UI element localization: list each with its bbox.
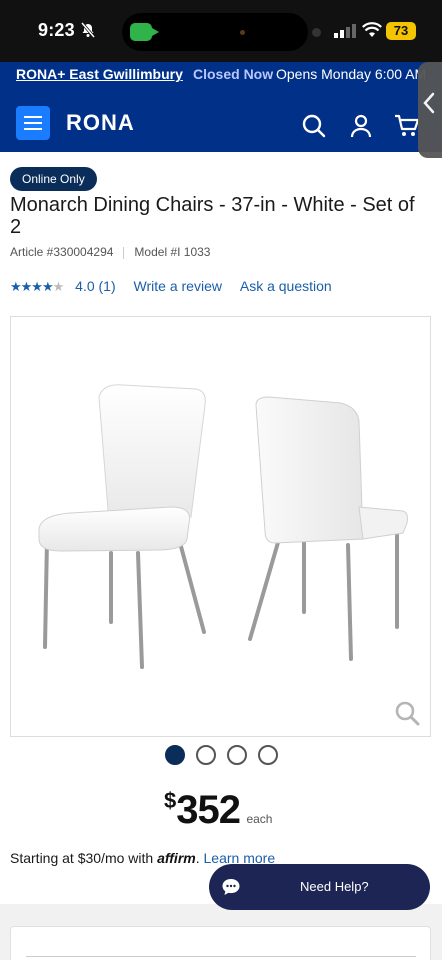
store-status: Closed Now	[193, 66, 274, 82]
product-price: $352 each	[164, 788, 272, 833]
price-unit: each	[246, 812, 273, 826]
article-number: Article #330004294	[10, 245, 114, 259]
site-header: RONA	[0, 88, 442, 152]
online-only-badge: Online Only	[10, 167, 97, 191]
product-title: Monarch Dining Chairs - 37-in - White - …	[10, 194, 415, 238]
financing-period: .	[195, 850, 200, 866]
store-bar: RONA+ East Gwillimbury Closed Now Opens …	[0, 62, 442, 88]
content-card	[10, 926, 431, 960]
wifi-icon	[362, 22, 382, 37]
camera-indicator	[240, 30, 245, 35]
need-help-label: Need Help?	[300, 879, 369, 894]
product-meta: Article #330004294 Model #I 1033	[10, 245, 210, 259]
model-number: Model #I 1033	[134, 245, 211, 259]
meta-divider	[123, 246, 125, 259]
affirm-logo: affirm	[157, 850, 196, 866]
carousel-dot-1[interactable]	[165, 745, 185, 765]
facetime-icon	[130, 23, 159, 41]
price-currency: $	[164, 788, 177, 813]
rating-row: ★★★★★ 4.0 (1) Write a review Ask a quest…	[10, 278, 332, 295]
rating-count-link[interactable]: 4.0 (1)	[75, 278, 115, 294]
chairs-illustration	[38, 384, 408, 669]
cart-icon[interactable]	[394, 114, 420, 138]
menu-button[interactable]	[16, 106, 50, 140]
star-rating[interactable]: ★★★★★	[10, 279, 64, 294]
status-time: 9:23	[38, 20, 75, 40]
need-help-button[interactable]: Need Help?	[209, 864, 430, 910]
dynamic-island	[122, 13, 308, 51]
status-bar: 9:23 73	[0, 0, 442, 62]
silent-bell-icon	[80, 22, 96, 38]
financing-text: Starting at $30/mo with	[10, 850, 154, 866]
account-icon[interactable]	[349, 114, 373, 138]
cellular-signal-icon	[334, 24, 356, 38]
write-review-link[interactable]: Write a review	[134, 278, 222, 294]
carousel-dot-3[interactable]	[227, 745, 247, 765]
card-divider	[26, 956, 416, 957]
search-icon[interactable]	[302, 114, 326, 138]
store-name-link[interactable]: RONA+ East Gwillimbury	[16, 66, 183, 82]
side-panel-tab[interactable]	[418, 62, 442, 158]
hamburger-icon	[24, 116, 42, 118]
product-image[interactable]	[10, 316, 431, 737]
battery-indicator: 73	[386, 22, 416, 40]
carousel-dot-2[interactable]	[196, 745, 216, 765]
chevron-left-icon	[423, 92, 435, 114]
chat-bubble-icon	[222, 879, 240, 895]
rona-logo[interactable]: RONA	[66, 110, 135, 136]
zoom-icon[interactable]	[394, 700, 420, 726]
price-amount: 352	[176, 788, 241, 832]
carousel-dot-4[interactable]	[258, 745, 278, 765]
recording-indicator	[312, 28, 321, 37]
store-hours: Opens Monday 6:00 AM	[276, 66, 427, 82]
ask-question-link[interactable]: Ask a question	[240, 278, 332, 294]
